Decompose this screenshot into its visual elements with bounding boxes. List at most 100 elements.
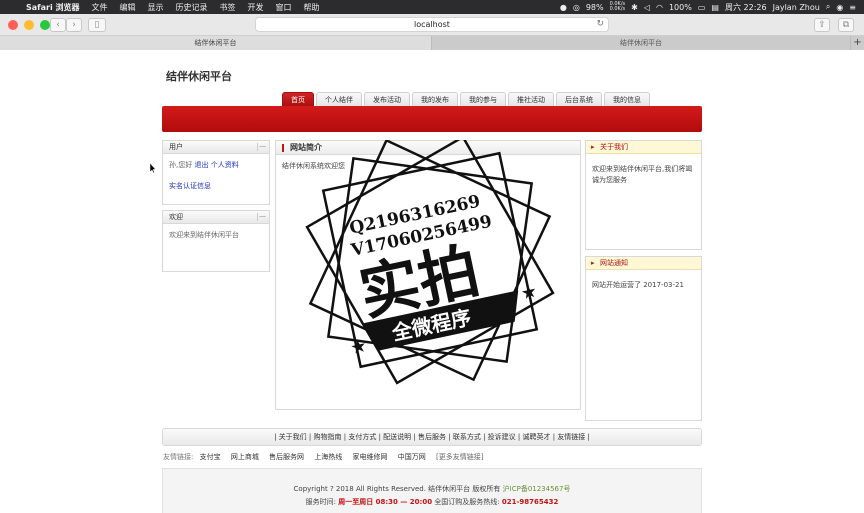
menu-file[interactable]: 文件 bbox=[86, 2, 114, 13]
friend-link-shanghai-hotline[interactable]: 上海热线 bbox=[314, 453, 342, 461]
footer-link-about[interactable]: 关于我们 bbox=[279, 433, 307, 441]
footer-link-friends[interactable]: 友情链接 bbox=[557, 433, 585, 441]
reload-icon[interactable]: ↻ bbox=[596, 18, 604, 31]
macos-menubar: Safari 浏览器 文件 编辑 显示 历史记录 书签 开发 窗口 帮助 ● ◎… bbox=[0, 0, 864, 14]
siri-icon[interactable]: ◉ bbox=[836, 3, 843, 12]
friend-link-repair[interactable]: 家电维修网 bbox=[353, 453, 388, 461]
browser-toolbar: ‹ › ▯ localhost ↻ ⇪ ⧉ bbox=[0, 14, 864, 36]
menubar-status-area: ● ◎ 98% 0.0K/s 0.0K/s ✱ ◁ ◠ 100% ▭ ▤ 周六 2… bbox=[560, 2, 864, 13]
user-panel-title: 用户 bbox=[169, 143, 183, 151]
nav-my-publish[interactable]: 我的发布 bbox=[412, 92, 458, 107]
footer-links: | 关于我们 | 购物指南 | 支付方式 | 配送说明 | 售后服务 | 联系方… bbox=[162, 428, 702, 446]
welcome-text: 欢迎来到结伴休闲平台 bbox=[169, 231, 239, 239]
menu-develop[interactable]: 开发 bbox=[242, 2, 270, 13]
share-button[interactable]: ⇪ bbox=[814, 18, 830, 32]
menu-edit[interactable]: 编辑 bbox=[114, 2, 142, 13]
fullscreen-window-button[interactable] bbox=[40, 20, 50, 30]
volume-icon[interactable]: ◁ bbox=[644, 3, 650, 12]
wifi-icon[interactable]: ◠ bbox=[656, 3, 663, 12]
menu-window[interactable]: 窗口 bbox=[270, 2, 298, 13]
notice-panel: 网站通知 网站开始运营了 2017-03-21 bbox=[585, 256, 702, 421]
site-title: 结伴休闲平台 bbox=[166, 70, 232, 83]
friend-link-wanwang[interactable]: 中国万网 bbox=[398, 453, 426, 461]
copyright-line: Copyright ? 2018 All Rights Reserved. 结伴… bbox=[163, 483, 701, 496]
net-down: 0.0K/s bbox=[609, 6, 626, 12]
sidebar-toggle-button[interactable]: ▯ bbox=[88, 18, 106, 32]
nav-club-activity[interactable]: 推社活动 bbox=[508, 92, 554, 107]
footer-link-delivery[interactable]: 配送说明 bbox=[383, 433, 411, 441]
nav-publish-activity[interactable]: 发布活动 bbox=[364, 92, 410, 107]
nav-my-info[interactable]: 我的信息 bbox=[604, 92, 650, 107]
menu-history[interactable]: 历史记录 bbox=[170, 2, 214, 13]
minimize-window-button[interactable] bbox=[24, 20, 34, 30]
battery-level: 100% bbox=[668, 2, 692, 12]
battery-icon[interactable]: ▭ bbox=[698, 3, 706, 12]
profile-link[interactable]: 个人资料 bbox=[211, 161, 239, 169]
welcome-panel-title: 欢迎 bbox=[169, 213, 183, 221]
spotlight-icon[interactable]: ⌕ bbox=[826, 2, 830, 12]
tab-overview-button[interactable]: ⧉ bbox=[838, 18, 854, 32]
nav-home[interactable]: 首页 bbox=[282, 92, 314, 107]
intro-text: 结伴休闲系统欢迎您 bbox=[282, 162, 345, 170]
network-speed: 0.0K/s 0.0K/s bbox=[610, 2, 626, 12]
user-panel-body: 孙,您好 退出 个人资料 实名认证信息 bbox=[163, 154, 269, 198]
menu-view[interactable]: 显示 bbox=[142, 2, 170, 13]
wechat-icon[interactable]: ● bbox=[560, 3, 567, 12]
forward-button[interactable]: › bbox=[66, 18, 82, 32]
collapse-icon[interactable]: — bbox=[257, 143, 267, 151]
footer-link-after-sales[interactable]: 售后服务 bbox=[418, 433, 446, 441]
tab-1[interactable]: 结伴休闲平台 bbox=[0, 36, 432, 50]
service-label: 服务时间: bbox=[305, 498, 336, 506]
hotline-label: 全国订购及服务热线: bbox=[434, 498, 500, 506]
logout-link[interactable]: 退出 bbox=[194, 161, 208, 169]
footer-link-shopping-guide[interactable]: 购物指南 bbox=[314, 433, 342, 441]
verify-link[interactable]: 实名认证信息 bbox=[169, 182, 211, 190]
tab-2[interactable]: 结伴休闲平台 bbox=[432, 36, 850, 50]
tab-bar: 结伴休闲平台 结伴休闲平台 + bbox=[0, 36, 864, 50]
nav-my-participation[interactable]: 我的参与 bbox=[460, 92, 506, 107]
icp-link[interactable]: 沪ICP备01234567号 bbox=[503, 485, 571, 493]
new-tab-button[interactable]: + bbox=[850, 36, 864, 50]
friend-link-alipay[interactable]: 支付宝 bbox=[200, 453, 221, 461]
about-panel: 关于我们 欢迎来到结伴休闲平台,我们将竭诚为您服务 bbox=[585, 140, 702, 250]
user-panel-header: 用户 — bbox=[163, 141, 269, 154]
service-time: 周一至周日 08:30 — 20:00 bbox=[338, 498, 433, 506]
friend-link-online-mall[interactable]: 网上商城 bbox=[231, 453, 259, 461]
clock[interactable]: 周六 22:26 bbox=[725, 2, 767, 13]
friend-link-after-sales-net[interactable]: 售后服务网 bbox=[269, 453, 304, 461]
user-panel: 用户 — 孙,您好 退出 个人资料 实名认证信息 bbox=[162, 140, 270, 205]
mouse-cursor-icon bbox=[150, 163, 156, 173]
footer-link-complaint[interactable]: 投诉建议 bbox=[488, 433, 516, 441]
copyright-block: Copyright ? 2018 All Rights Reserved. 结伴… bbox=[162, 468, 702, 513]
hotline-number: 021-98765432 bbox=[501, 498, 559, 506]
close-window-button[interactable] bbox=[8, 20, 18, 30]
nav-admin[interactable]: 后台系统 bbox=[556, 92, 602, 107]
nav-red-banner bbox=[162, 106, 702, 132]
friend-links: 友情链接: 支付宝 网上商城 售后服务网 上海热线 家电维修网 中国万网 [更多… bbox=[163, 452, 491, 462]
url-text: localhost bbox=[414, 20, 450, 29]
back-button[interactable]: ‹ bbox=[50, 18, 66, 32]
footer-link-contact[interactable]: 联系方式 bbox=[453, 433, 481, 441]
footer-link-jobs[interactable]: 诚聘英才 bbox=[522, 433, 550, 441]
notice-text[interactable]: 网站开始运营了 2017-03-21 bbox=[586, 270, 701, 297]
nav-personal-partner[interactable]: 个人结伴 bbox=[316, 92, 362, 107]
main-nav: 首页 个人结伴 发布活动 我的发布 我的参与 推社活动 后台系统 我的信息 bbox=[282, 92, 650, 107]
copyright-text: Copyright ? 2018 All Rights Reserved. 结伴… bbox=[293, 485, 501, 493]
collapse-icon[interactable]: — bbox=[257, 213, 267, 221]
welcome-panel-header: 欢迎 — bbox=[163, 211, 269, 224]
address-bar[interactable]: localhost ↻ bbox=[255, 17, 609, 32]
welcome-panel: 欢迎 — 欢迎来到结伴休闲平台 bbox=[162, 210, 270, 272]
footer-link-payment[interactable]: 支付方式 bbox=[348, 433, 376, 441]
user-name[interactable]: Jaylan Zhou bbox=[773, 3, 820, 12]
friend-link-more[interactable]: [更多友情链接] bbox=[436, 453, 483, 461]
menu-app-name[interactable]: Safari 浏览器 bbox=[20, 2, 86, 13]
menu-bookmarks[interactable]: 书签 bbox=[214, 2, 242, 13]
flag-icon[interactable]: ▤ bbox=[711, 3, 719, 12]
service-line: 服务时间: 周一至周日 08:30 — 20:00 全国订购及服务热线: 021… bbox=[163, 496, 701, 509]
circle-icon[interactable]: ◎ bbox=[573, 3, 580, 12]
user-greeting: 孙,您好 bbox=[169, 161, 193, 169]
notification-center-icon[interactable]: ≡ bbox=[849, 3, 856, 12]
bluetooth-icon[interactable]: ✱ bbox=[631, 3, 638, 12]
intro-panel-title: 网站简介 bbox=[276, 141, 580, 155]
menu-help[interactable]: 帮助 bbox=[298, 2, 326, 13]
